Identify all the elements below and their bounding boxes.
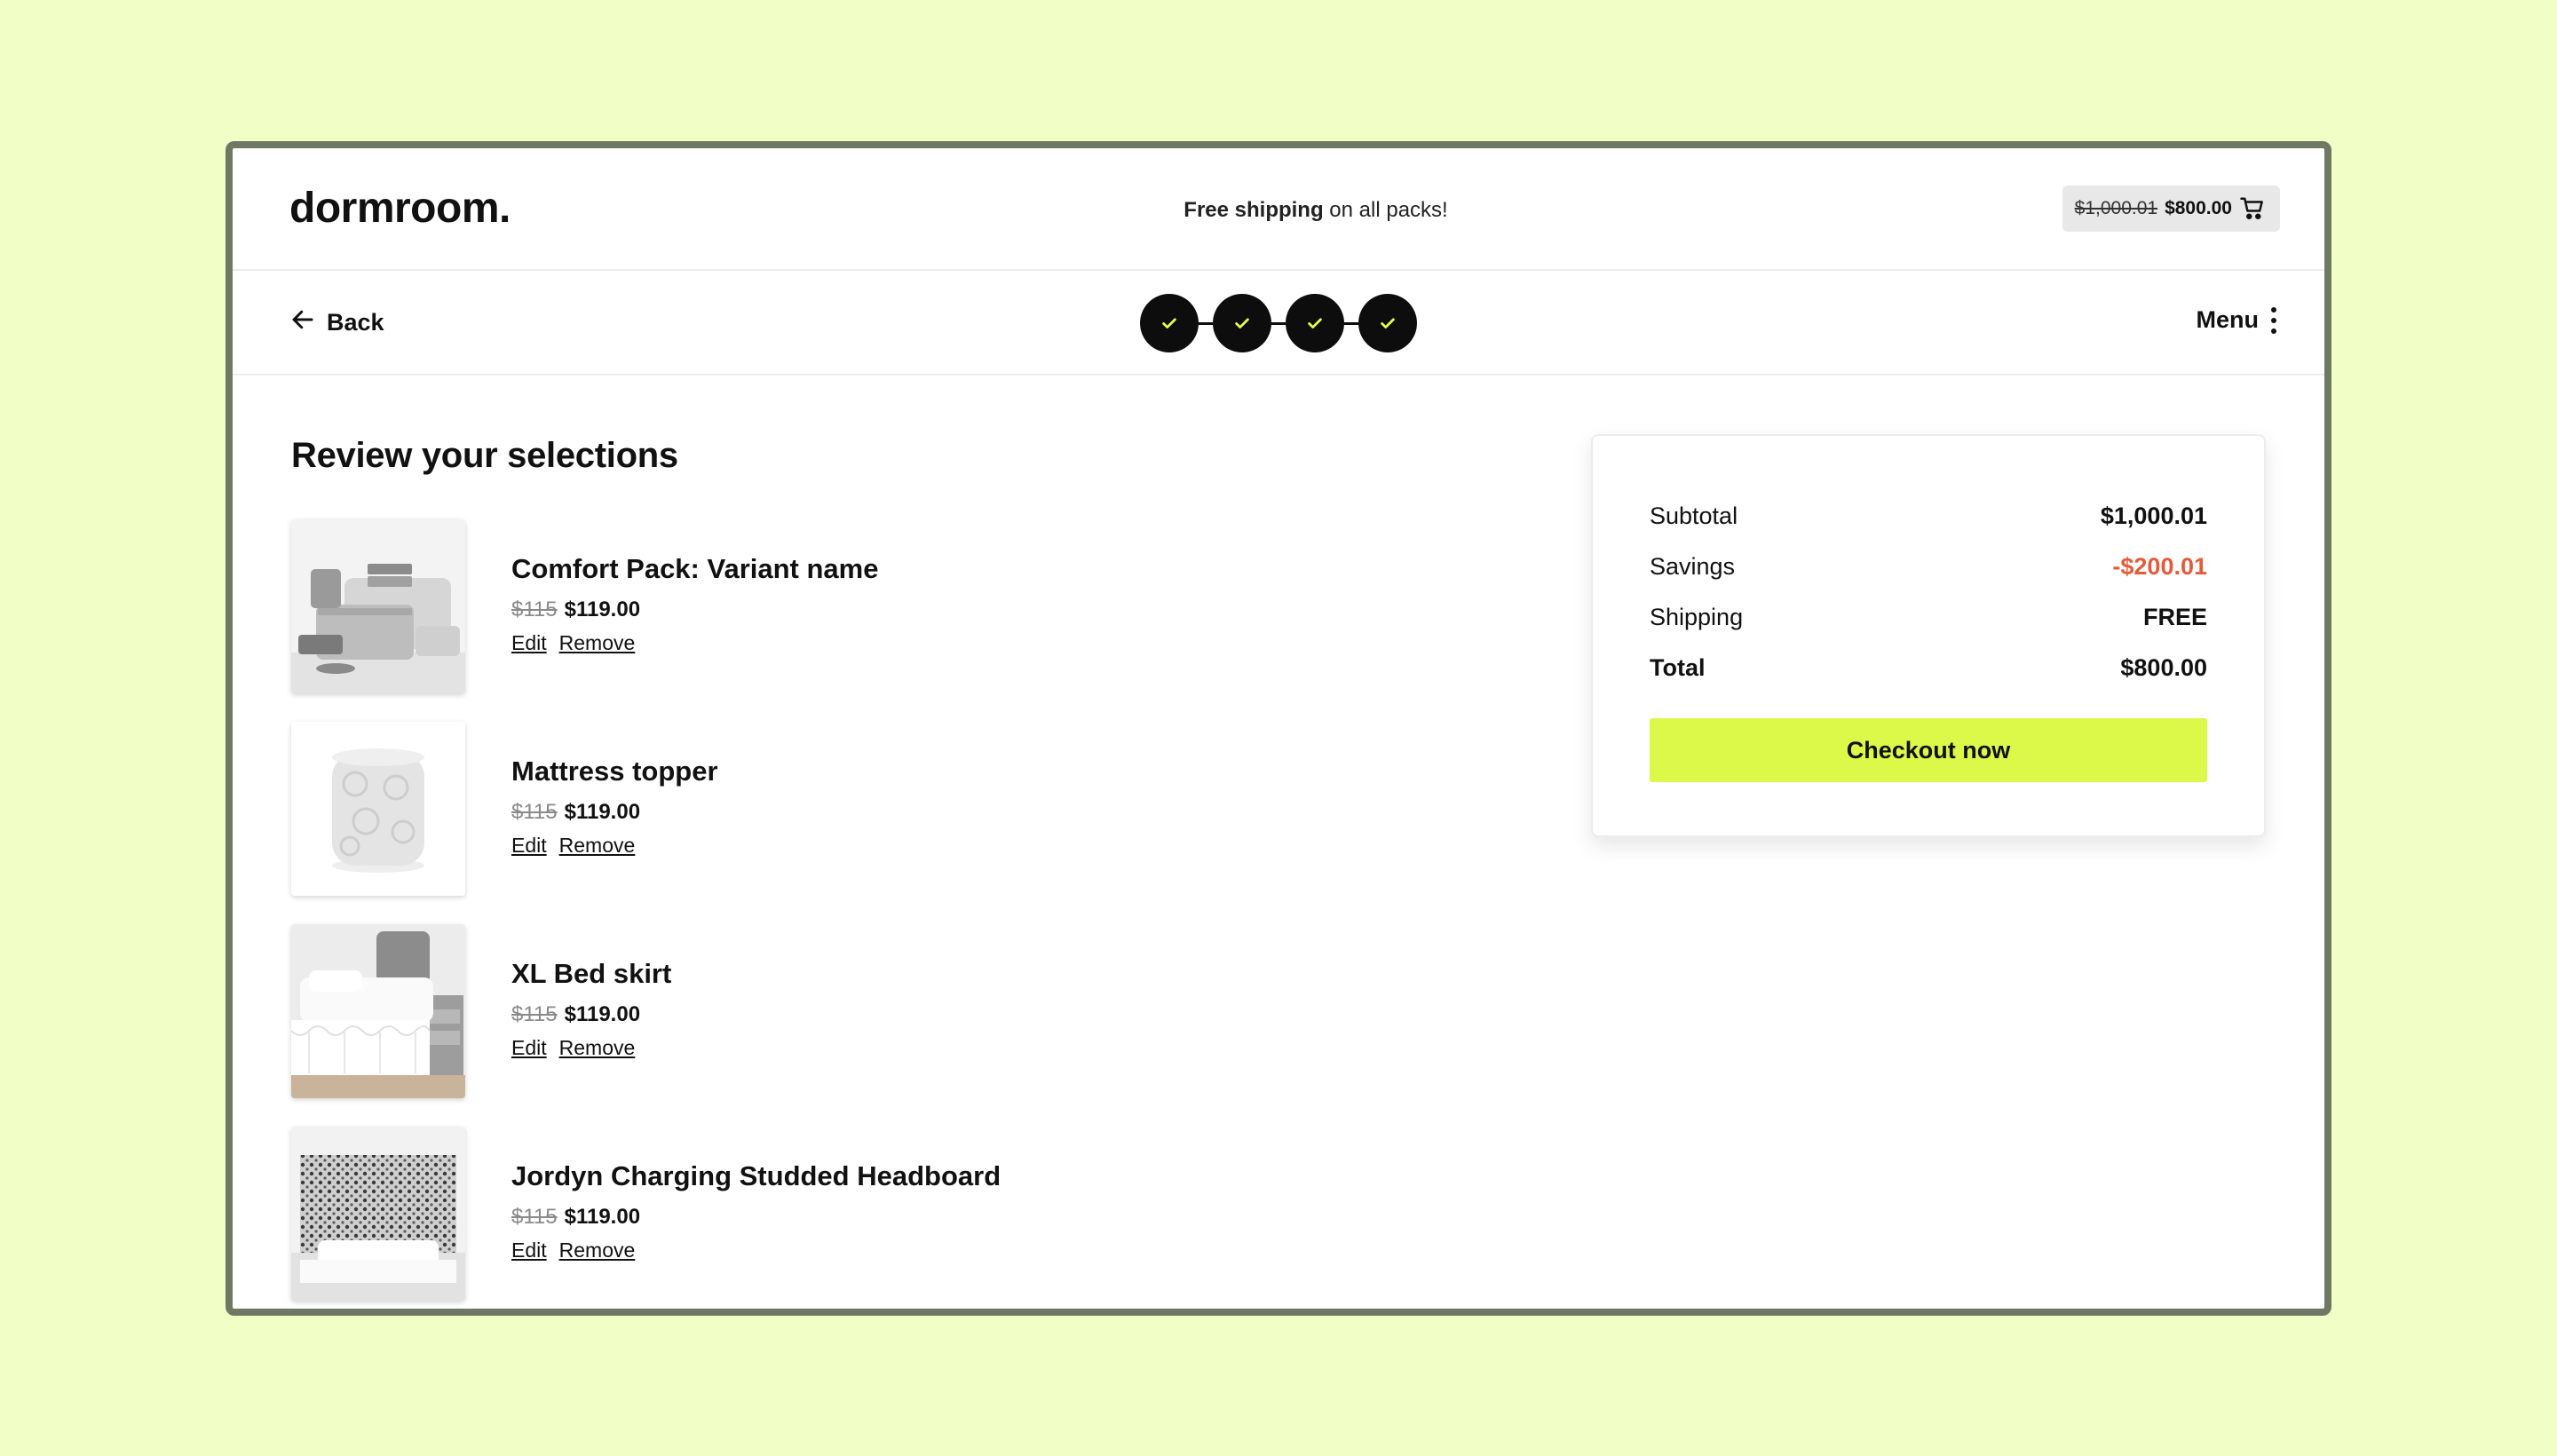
item-actions: Edit Remove xyxy=(511,834,718,858)
step-2[interactable] xyxy=(1213,294,1271,352)
summary-rows: Subtotal $1,000.01 Savings -$200.01 Ship… xyxy=(1650,491,2207,693)
total-label: Total xyxy=(1650,654,1706,681)
remove-link[interactable]: Remove xyxy=(559,631,636,655)
step-connector xyxy=(1344,321,1358,325)
product-image-bed-skirt[interactable] xyxy=(291,924,465,1098)
edit-link[interactable]: Edit xyxy=(511,1238,547,1262)
top-header: dormroom. Free shipping on all packs! $1… xyxy=(233,148,2324,271)
current-price: $119.00 xyxy=(564,1002,641,1026)
item-actions: Edit Remove xyxy=(511,631,878,655)
checkout-button[interactable]: Checkout now xyxy=(1650,718,2207,782)
cart-item: Jordyn Charging Studded Headboard $115 $… xyxy=(291,1127,1623,1301)
original-price: $115 xyxy=(511,800,558,824)
step-1[interactable] xyxy=(1140,294,1199,352)
item-actions: Edit Remove xyxy=(511,1036,671,1060)
savings-label: Savings xyxy=(1650,553,1736,580)
shipping-row: Shipping FREE xyxy=(1650,592,2207,643)
current-price: $119.00 xyxy=(564,597,641,621)
item-info: Mattress topper $115 $119.00 Edit Remove xyxy=(511,756,718,858)
promo-banner: Free shipping on all packs! xyxy=(1156,198,1476,223)
remove-link[interactable]: Remove xyxy=(559,1036,636,1060)
back-button[interactable]: Back xyxy=(289,306,384,339)
check-icon xyxy=(1235,318,1249,328)
cart-icon xyxy=(2239,195,2266,222)
remove-link[interactable]: Remove xyxy=(559,1238,636,1262)
promo-highlight: Free shipping xyxy=(1184,198,1324,222)
product-image-mattress-topper[interactable] xyxy=(291,722,465,896)
check-icon xyxy=(1308,318,1322,328)
step-connector xyxy=(1199,321,1213,325)
item-name[interactable]: Comfort Pack: Variant name xyxy=(511,553,878,585)
price-row: $115 $119.00 xyxy=(511,1205,1001,1230)
step-3[interactable] xyxy=(1286,294,1344,352)
checkout-navbar: Back Menu xyxy=(233,273,2324,376)
shipping-value: FREE xyxy=(2142,604,2207,630)
current-price: $119.00 xyxy=(564,800,641,824)
promo-text: on all packs! xyxy=(1323,198,1448,222)
item-name[interactable]: XL Bed skirt xyxy=(511,958,671,990)
cart-item: Comfort Pack: Variant name $115 $119.00 … xyxy=(291,519,1623,693)
original-price: $115 xyxy=(511,597,558,621)
app-window: dormroom. Free shipping on all packs! $1… xyxy=(226,141,2331,1316)
edit-link[interactable]: Edit xyxy=(511,631,547,655)
subtotal-value: $1,000.01 xyxy=(2100,502,2207,529)
item-actions: Edit Remove xyxy=(511,1238,1001,1262)
product-image-headboard[interactable] xyxy=(291,1127,465,1301)
edit-link[interactable]: Edit xyxy=(511,1036,547,1060)
subtotal-label: Subtotal xyxy=(1650,502,1738,529)
arrow-left-icon xyxy=(289,306,316,339)
cart-total: $800.00 xyxy=(2165,198,2232,218)
menu-label: Menu xyxy=(2196,306,2260,333)
check-icon xyxy=(1381,318,1395,328)
price-row: $115 $119.00 xyxy=(511,597,878,622)
back-label: Back xyxy=(327,309,384,336)
savings-row: Savings -$200.01 xyxy=(1650,542,2207,592)
item-name[interactable]: Jordyn Charging Studded Headboard xyxy=(511,1160,1001,1192)
item-info: Comfort Pack: Variant name $115 $119.00 … xyxy=(511,553,878,655)
step-4[interactable] xyxy=(1358,294,1417,352)
item-info: Jordyn Charging Studded Headboard $115 $… xyxy=(511,1160,1001,1262)
step-connector xyxy=(1271,321,1286,325)
subtotal-row: Subtotal $1,000.01 xyxy=(1650,491,2207,542)
check-icon xyxy=(1162,318,1176,328)
original-price: $115 xyxy=(511,1002,558,1026)
price-row: $115 $119.00 xyxy=(511,1002,671,1027)
original-price: $115 xyxy=(511,1205,558,1229)
current-price: $119.00 xyxy=(564,1205,641,1229)
more-vertical-icon xyxy=(2271,306,2276,334)
cart-item: XL Bed skirt $115 $119.00 Edit Remove xyxy=(291,924,1623,1098)
shipping-label: Shipping xyxy=(1650,604,1744,630)
menu-button[interactable]: Menu xyxy=(2196,306,2276,334)
price-row: $115 $119.00 xyxy=(511,800,718,825)
total-row: Total $800.00 xyxy=(1650,643,2207,693)
edit-link[interactable]: Edit xyxy=(511,834,547,858)
savings-value: -$200.01 xyxy=(2112,553,2207,580)
total-value: $800.00 xyxy=(2120,654,2207,681)
brand-logo[interactable]: dormroom. xyxy=(289,184,511,233)
remove-link[interactable]: Remove xyxy=(559,834,636,858)
cart-button[interactable]: $1,000.01 $800.00 xyxy=(2062,186,2280,232)
cart-item: Mattress topper $115 $119.00 Edit Remove xyxy=(291,722,1623,896)
page-title: Review your selections xyxy=(291,436,678,475)
progress-steps xyxy=(1140,294,1417,352)
order-summary: Subtotal $1,000.01 Savings -$200.01 Ship… xyxy=(1591,434,2266,837)
item-info: XL Bed skirt $115 $119.00 Edit Remove xyxy=(511,958,671,1060)
cart-original-total: $1,000.01 xyxy=(2074,198,2158,218)
item-name[interactable]: Mattress topper xyxy=(511,756,718,787)
product-image-comfort-pack[interactable] xyxy=(291,519,465,693)
